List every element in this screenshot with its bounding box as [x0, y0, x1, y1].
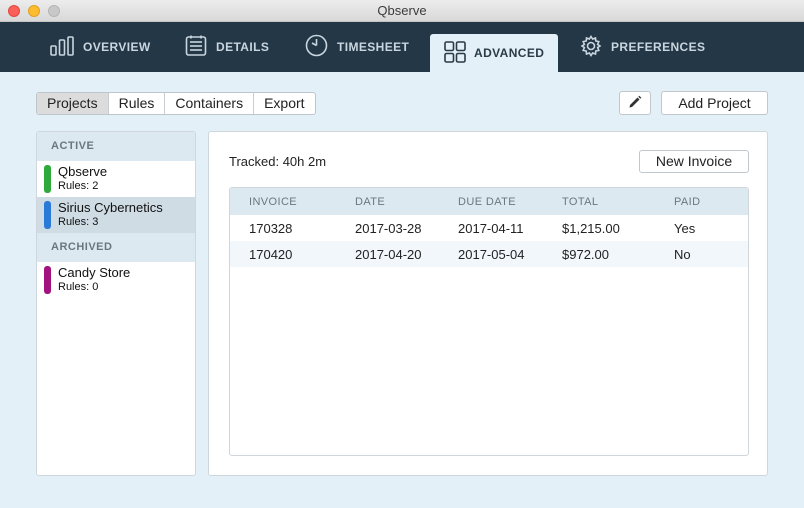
view-segmented-control: Projects Rules Containers Export [36, 92, 316, 115]
tab-preferences-label: PREFERENCES [611, 40, 706, 54]
column-header-due-date[interactable]: DUE DATE [458, 196, 516, 208]
tab-timesheet-label: TIMESHEET [337, 40, 410, 54]
tab-preferences[interactable]: PREFERENCES [580, 22, 705, 72]
table-row[interactable]: 170420 2017-04-20 2017-05-04 $972.00 No [230, 241, 748, 267]
archived-section-header: ARCHIVED [37, 233, 195, 262]
project-rules-count: Rules: 0 [58, 281, 99, 293]
invoice-total: $972.00 [562, 246, 609, 262]
window-title: Qbserve [377, 3, 427, 18]
tab-timesheet[interactable]: TIMESHEET [305, 22, 409, 72]
gear-icon [580, 34, 611, 60]
invoice-due-date: 2017-05-04 [458, 246, 525, 262]
clock-icon [305, 34, 337, 60]
table-header: INVOICE DATE DUE DATE TOTAL PAID [230, 188, 748, 215]
column-header-date[interactable]: DATE [355, 196, 385, 208]
invoice-number: 170420 [249, 246, 293, 262]
new-invoice-button[interactable]: New Invoice [639, 150, 749, 173]
nav-bar: OVERVIEW DETAILS TIMESHEET ADVANCED PREF… [0, 22, 804, 72]
list-icon [185, 35, 216, 60]
project-color-marker [44, 201, 51, 229]
project-detail-panel: Tracked: 40h 2m New Invoice INVOICE DATE… [208, 131, 768, 476]
tracked-time: Tracked: 40h 2m [229, 154, 327, 169]
segment-rules[interactable]: Rules [109, 93, 166, 114]
tab-advanced-label: ADVANCED [474, 46, 545, 60]
project-color-marker [44, 165, 51, 193]
title-bar: Qbserve [0, 0, 804, 22]
invoice-paid: No [674, 246, 691, 262]
project-name: Sirius Cybernetics [58, 200, 163, 215]
invoice-date: 2017-04-20 [355, 246, 422, 262]
project-rules-count: Rules: 2 [58, 180, 99, 192]
segment-containers[interactable]: Containers [165, 93, 255, 114]
tab-advanced[interactable]: ADVANCED [430, 34, 559, 72]
tab-overview-label: OVERVIEW [83, 40, 151, 54]
project-color-marker [44, 266, 51, 294]
projects-sidebar: ACTIVE Qbserve Rules: 2 Sirius Cyberneti… [36, 131, 196, 476]
tab-details-label: DETAILS [216, 40, 270, 54]
add-project-button[interactable]: Add Project [661, 91, 768, 115]
bar-chart-icon [50, 35, 83, 59]
column-header-paid[interactable]: PAID [674, 196, 700, 208]
pencil-icon [628, 95, 642, 112]
invoice-total: $1,215.00 [562, 220, 620, 236]
tab-details[interactable]: DETAILS [185, 22, 269, 72]
invoice-date: 2017-03-28 [355, 220, 422, 236]
project-item-qbserve[interactable]: Qbserve Rules: 2 [37, 161, 195, 197]
grid-icon [444, 40, 474, 66]
project-name: Qbserve [58, 164, 108, 179]
segment-projects[interactable]: Projects [37, 93, 109, 114]
invoice-due-date: 2017-04-11 [458, 220, 524, 236]
project-item-candy-store[interactable]: Candy Store Rules: 0 [37, 262, 195, 298]
edit-project-button[interactable] [619, 91, 651, 115]
project-rules-count: Rules: 3 [58, 216, 99, 228]
table-row[interactable]: 170328 2017-03-28 2017-04-11 $1,215.00 Y… [230, 215, 748, 241]
segment-export[interactable]: Export [254, 93, 314, 114]
invoices-table: INVOICE DATE DUE DATE TOTAL PAID 170328 … [229, 187, 749, 456]
column-header-total[interactable]: TOTAL [562, 196, 598, 208]
app-window: Qbserve OVERVIEW DETAILS TIMESHEET ADVAN… [0, 0, 804, 508]
active-section-header: ACTIVE [37, 132, 195, 161]
tab-overview[interactable]: OVERVIEW [50, 22, 151, 72]
column-header-invoice[interactable]: INVOICE [249, 196, 297, 208]
invoice-paid: Yes [674, 220, 696, 236]
invoice-number: 170328 [249, 220, 293, 236]
project-name: Candy Store [58, 265, 131, 280]
project-item-sirius-cybernetics[interactable]: Sirius Cybernetics Rules: 3 [37, 197, 195, 233]
